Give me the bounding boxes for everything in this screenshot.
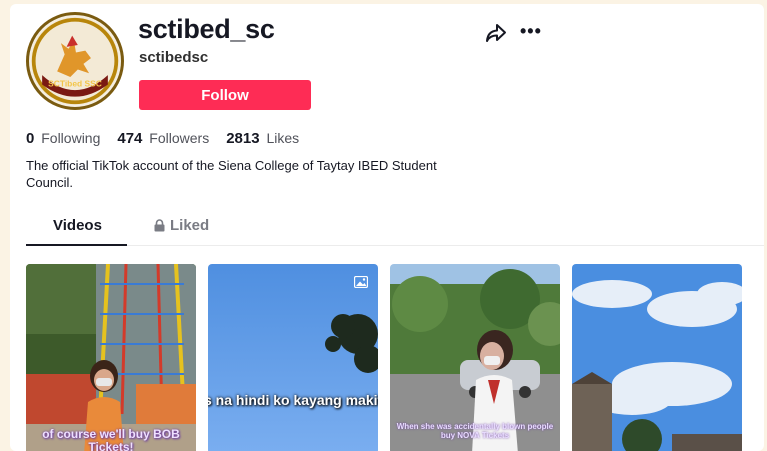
stat-likes-label: Likes [266, 130, 300, 146]
tab-liked-label: Liked [170, 217, 210, 234]
stat-following-label: Following [41, 130, 101, 146]
stat-likes: 2813 Likes [226, 130, 299, 147]
stat-followers-label: Followers [149, 130, 210, 146]
avatar[interactable]: SCTibed SSC [26, 12, 124, 110]
video-thumbnail-image [572, 264, 742, 451]
tab-active-indicator [26, 244, 127, 246]
video-caption: of course we'll buy BOB Tickets! [42, 427, 180, 451]
profile-page: SCTibed SSC sctibed_sc sctibedsc Follow … [10, 4, 764, 451]
tab-videos[interactable]: Videos [53, 217, 102, 234]
picture-icon [354, 276, 368, 288]
lock-icon [154, 219, 165, 232]
profile-tabs: Videos Liked [26, 212, 764, 246]
video-caption: s na hindi ko kayang makita [208, 392, 378, 408]
share-icon[interactable] [485, 23, 507, 43]
stat-following[interactable]: 0 Following [26, 130, 100, 147]
tab-liked[interactable]: Liked [154, 217, 209, 234]
stat-following-value: 0 [26, 130, 35, 147]
profile-bio: The official TikTok account of the Siena… [26, 158, 437, 190]
video-thumbnail[interactable] [572, 264, 742, 451]
avatar-logo-text: SCTibed SSC [48, 78, 102, 88]
stat-followers[interactable]: 474 Followers [117, 130, 209, 147]
video-thumbnail[interactable]: s na hindi ko kayang makita [208, 264, 378, 451]
avatar-logo: SCTibed SSC [30, 16, 120, 106]
video-thumbnail[interactable]: When she was accidentally blown people b… [390, 264, 560, 451]
video-caption: When she was accidentally blown people b… [396, 422, 554, 440]
video-thumbnail-image [208, 264, 378, 451]
username: sctibed_sc [138, 14, 275, 44]
video-thumbnail[interactable]: of course we'll buy BOB Tickets! [26, 264, 196, 451]
stat-followers-value: 474 [117, 130, 143, 147]
video-thumbnail-image [26, 264, 196, 451]
profile-stats: 0 Following 474 Followers 2813 Likes [26, 130, 299, 147]
follow-button[interactable]: Follow [139, 80, 311, 110]
more-icon[interactable]: ••• [520, 21, 542, 42]
nickname: sctibedsc [139, 49, 209, 66]
stat-likes-value: 2813 [226, 130, 260, 147]
